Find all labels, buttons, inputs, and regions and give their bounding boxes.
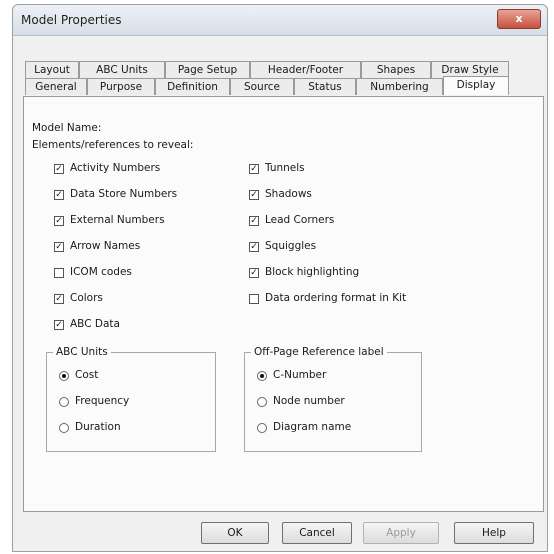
checkbox-block-highlighting[interactable]: ✓ bbox=[249, 268, 259, 278]
tab-display[interactable]: Display bbox=[443, 76, 509, 95]
checkbox-label: Squiggles bbox=[265, 240, 317, 252]
checkbox-label: ICOM codes bbox=[70, 266, 132, 278]
checkbox-squiggles[interactable]: ✓ bbox=[249, 242, 259, 252]
checkbox-label: Block highlighting bbox=[265, 266, 360, 278]
model-name-label: Model Name: bbox=[32, 122, 102, 134]
checkbox-label: Data Store Numbers bbox=[70, 188, 178, 200]
radio-label: Cost bbox=[75, 369, 99, 381]
radio-label: Frequency bbox=[75, 395, 130, 407]
group-title: ABC Units bbox=[53, 346, 111, 358]
checkbox-label: Colors bbox=[70, 292, 103, 304]
checkbox-icom-codes[interactable] bbox=[54, 268, 64, 278]
abc-units-group: ABC Units Cost Frequency Duration bbox=[46, 346, 216, 452]
help-button[interactable]: Help bbox=[454, 522, 534, 544]
model-properties-dialog: Model Properties x Layout ABC Units Page… bbox=[12, 4, 548, 552]
tab-source[interactable]: Source bbox=[230, 78, 294, 95]
checkbox-tunnels[interactable]: ✓ bbox=[249, 164, 259, 174]
checkbox-arrow-names[interactable]: ✓ bbox=[54, 242, 64, 252]
radio-label: Node number bbox=[273, 395, 345, 407]
checkbox-label: ABC Data bbox=[70, 318, 120, 330]
checkbox-data-ordering-format[interactable] bbox=[249, 294, 259, 304]
tab-numbering[interactable]: Numbering bbox=[356, 78, 443, 95]
cancel-button[interactable]: Cancel bbox=[282, 522, 352, 544]
tab-page-setup[interactable]: Page Setup bbox=[165, 61, 250, 78]
radio-c-number[interactable] bbox=[257, 371, 267, 381]
checkbox-colors[interactable]: ✓ bbox=[54, 294, 64, 304]
tab-abc-units[interactable]: ABC Units bbox=[79, 61, 165, 78]
close-button[interactable]: x bbox=[497, 9, 541, 29]
tab-layout[interactable]: Layout bbox=[25, 61, 79, 78]
tab-purpose[interactable]: Purpose bbox=[87, 78, 155, 95]
checkbox-label: Tunnels bbox=[265, 162, 305, 174]
radio-duration[interactable] bbox=[59, 423, 69, 433]
ok-button[interactable]: OK bbox=[201, 522, 269, 544]
checkbox-label: Shadows bbox=[265, 188, 312, 200]
tab-general[interactable]: General bbox=[25, 78, 87, 95]
window-title: Model Properties bbox=[21, 13, 122, 27]
offpage-reference-group: Off-Page Reference label C-Number Node n… bbox=[244, 346, 422, 452]
display-tab-panel: Model Name: Elements/references to revea… bbox=[23, 96, 544, 512]
radio-label: Diagram name bbox=[273, 421, 352, 433]
tab-header-footer[interactable]: Header/Footer bbox=[250, 61, 361, 78]
radio-cost[interactable] bbox=[59, 371, 69, 381]
checkbox-label: Lead Corners bbox=[265, 214, 335, 226]
checkbox-abc-data[interactable]: ✓ bbox=[54, 320, 64, 330]
checkbox-activity-numbers[interactable]: ✓ bbox=[54, 164, 64, 174]
apply-button[interactable]: Apply bbox=[363, 522, 439, 544]
title-bar: Model Properties x bbox=[13, 5, 547, 36]
radio-label: Duration bbox=[75, 421, 121, 433]
tab-definition[interactable]: Definition bbox=[155, 78, 230, 95]
group-title: Off-Page Reference label bbox=[251, 346, 387, 358]
checkbox-lead-corners[interactable]: ✓ bbox=[249, 216, 259, 226]
checkbox-shadows[interactable]: ✓ bbox=[249, 190, 259, 200]
checkbox-label: External Numbers bbox=[70, 214, 165, 226]
checkbox-data-store-numbers[interactable]: ✓ bbox=[54, 190, 64, 200]
checkbox-external-numbers[interactable]: ✓ bbox=[54, 216, 64, 226]
tab-shapes[interactable]: Shapes bbox=[361, 61, 431, 78]
elements-label: Elements/references to reveal: bbox=[32, 139, 194, 151]
radio-label: C-Number bbox=[273, 369, 327, 381]
radio-node-number[interactable] bbox=[257, 397, 267, 407]
checkbox-label: Arrow Names bbox=[70, 240, 141, 252]
checkbox-label: Data ordering format in Kit bbox=[265, 292, 407, 304]
radio-frequency[interactable] bbox=[59, 397, 69, 407]
checkbox-label: Activity Numbers bbox=[70, 162, 161, 174]
radio-diagram-name[interactable] bbox=[257, 423, 267, 433]
tab-status[interactable]: Status bbox=[294, 78, 356, 95]
